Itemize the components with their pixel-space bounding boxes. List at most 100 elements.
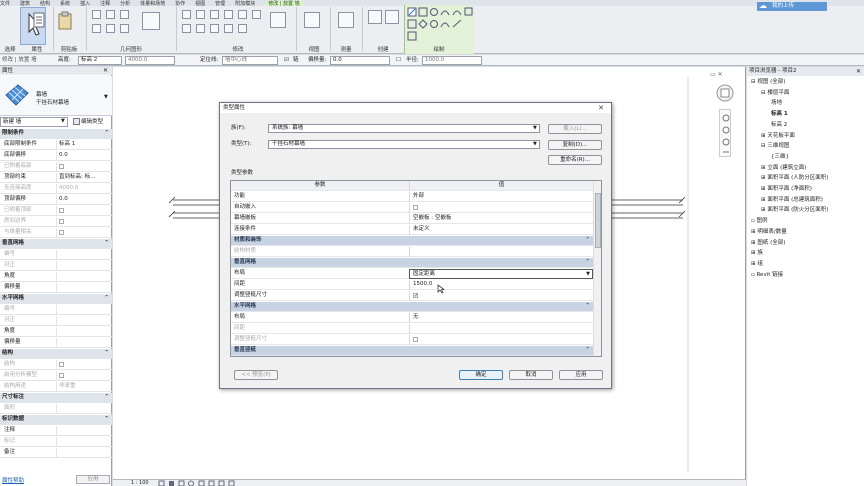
property-value[interactable]: 标高 1 bbox=[56, 140, 110, 149]
mirror-icon[interactable] bbox=[224, 10, 233, 19]
create-group-icon[interactable] bbox=[368, 10, 382, 24]
offset-icon[interactable] bbox=[252, 10, 261, 19]
collapse-icon[interactable]: ⌃ bbox=[585, 346, 590, 355]
browser-item[interactable]: ⊟ 楼层平面 bbox=[761, 89, 789, 97]
copy-icon[interactable] bbox=[196, 10, 205, 19]
collapse-icon[interactable]: ⌃ bbox=[104, 393, 109, 402]
chevron-down-icon[interactable]: ▼ bbox=[104, 94, 108, 100]
duplicate-button[interactable]: 复制(D)... bbox=[548, 140, 602, 150]
property-value[interactable]: 0.0 bbox=[56, 195, 110, 204]
browser-item[interactable]: ⊞ 面积平面 (人防分区面积) bbox=[761, 174, 828, 182]
ok-button[interactable]: 确定 bbox=[459, 370, 503, 380]
collapse-icon[interactable]: ⌃ bbox=[104, 294, 109, 303]
parameter-value[interactable] bbox=[409, 324, 593, 334]
ribbon-tab[interactable]: 体量和场地 bbox=[140, 1, 165, 6]
parameter-value[interactable] bbox=[409, 335, 593, 345]
browser-item[interactable]: ⊞ 面积平面 (净面积) bbox=[761, 185, 812, 193]
browser-item[interactable]: ⊞ 明细表/数量 bbox=[751, 228, 787, 236]
property-value[interactable]: 4000.0 bbox=[56, 184, 110, 193]
browser-item[interactable]: ▫ 图例 bbox=[751, 217, 768, 225]
preview-button[interactable]: << 预览(P) bbox=[234, 370, 278, 380]
grid-scroll-thumb[interactable] bbox=[595, 193, 601, 248]
ribbon-tab[interactable]: 结构 bbox=[40, 1, 50, 6]
checkbox-icon[interactable] bbox=[59, 208, 64, 213]
move-icon[interactable] bbox=[182, 10, 191, 19]
load-button[interactable]: 载入(L)... bbox=[548, 124, 602, 134]
parameter-value[interactable]: 外部 bbox=[409, 192, 593, 202]
property-group[interactable]: 限制条件 ⌃ bbox=[0, 129, 112, 139]
property-group[interactable]: 垂直网格 ⌃ bbox=[0, 239, 112, 249]
close-icon[interactable]: ✕ bbox=[856, 67, 861, 76]
property-value[interactable] bbox=[56, 283, 110, 292]
property-value[interactable] bbox=[56, 360, 110, 369]
parameter-group[interactable]: 垂直竖梃 ⌃ bbox=[231, 346, 593, 356]
checkbox-icon[interactable] bbox=[413, 205, 418, 210]
collapse-icon[interactable]: ⌃ bbox=[585, 258, 590, 267]
ribbon-tab[interactable]: 分析 bbox=[120, 1, 130, 6]
browser-item[interactable]: 标高 2 bbox=[771, 121, 787, 129]
scale-label[interactable]: 1 : 100 bbox=[131, 480, 149, 486]
trim-icon[interactable] bbox=[238, 10, 247, 19]
pin-icon[interactable] bbox=[210, 24, 219, 33]
property-value[interactable] bbox=[56, 250, 110, 259]
property-value[interactable] bbox=[56, 217, 110, 226]
ribbon-tab[interactable]: 建筑 bbox=[20, 1, 30, 6]
property-group[interactable]: 标识数据 ⌃ bbox=[0, 415, 112, 425]
chevron-down-icon[interactable]: ▼ bbox=[586, 270, 590, 278]
ribbon-tab[interactable]: 修改 | 放置 墙 bbox=[265, 1, 303, 6]
browser-item[interactable]: {三维} bbox=[771, 153, 789, 161]
property-value[interactable] bbox=[56, 316, 110, 325]
property-value[interactable] bbox=[56, 305, 110, 314]
property-value[interactable] bbox=[56, 426, 110, 435]
checkbox-icon[interactable] bbox=[59, 373, 64, 378]
property-value[interactable] bbox=[56, 261, 110, 270]
parameter-value[interactable]: 未定义 bbox=[409, 225, 593, 235]
type-select[interactable]: 干挂石材幕墙 ▼ bbox=[268, 140, 540, 149]
property-value[interactable] bbox=[56, 206, 110, 215]
unpin-icon[interactable] bbox=[238, 24, 247, 33]
property-value[interactable] bbox=[56, 404, 110, 413]
property-value[interactable] bbox=[56, 327, 110, 336]
delete-icon[interactable] bbox=[270, 12, 286, 28]
browser-item[interactable]: ⊞ 面积平面 (防火分区面积) bbox=[761, 206, 828, 214]
properties-help-link[interactable]: 属性帮助 bbox=[2, 476, 24, 484]
radius-input[interactable]: 1000.0 bbox=[422, 56, 482, 65]
close-icon[interactable]: ✕ bbox=[103, 67, 108, 75]
split-icon[interactable] bbox=[224, 24, 233, 33]
checkbox-icon[interactable] bbox=[59, 219, 64, 224]
browser-item[interactable]: ⊞ 天花板平面 bbox=[761, 132, 795, 140]
browser-item[interactable]: ⊟ 视图 (全部) bbox=[751, 78, 785, 86]
property-group[interactable]: 水平网格 ⌃ bbox=[0, 294, 112, 304]
parameter-group[interactable]: 材质和装饰 ⌃ bbox=[231, 236, 593, 246]
collapse-icon[interactable]: ⌃ bbox=[104, 129, 109, 138]
browser-item[interactable]: ⊟ 三维视图 bbox=[761, 142, 789, 150]
property-value[interactable]: 直到标高: 标... bbox=[56, 173, 110, 182]
edit-type-button[interactable]: 编辑类型 bbox=[72, 117, 112, 127]
checkbox-icon[interactable] bbox=[59, 164, 64, 169]
property-value[interactable]: 0.0 bbox=[56, 151, 110, 160]
ribbon-tab[interactable]: 注释 bbox=[100, 1, 110, 6]
properties-button[interactable] bbox=[32, 10, 46, 32]
rename-button[interactable]: 重命名(R)... bbox=[548, 155, 602, 165]
browser-item[interactable]: 标高 1 bbox=[771, 110, 788, 118]
demolish-icon[interactable] bbox=[120, 24, 129, 33]
parameter-value[interactable]: 空嵌板 : 空嵌板 bbox=[409, 214, 593, 224]
view-control-icons[interactable] bbox=[157, 480, 277, 486]
property-value[interactable] bbox=[56, 371, 110, 380]
radius-checkbox-icon[interactable]: ☐ bbox=[396, 56, 401, 65]
property-value[interactable] bbox=[56, 162, 110, 171]
chevron-down-icon[interactable]: ▼ bbox=[61, 118, 65, 124]
measure-icon[interactable] bbox=[338, 12, 354, 28]
browser-item[interactable]: ▫ Revit 链接 bbox=[751, 271, 783, 279]
array-icon[interactable] bbox=[182, 24, 191, 33]
ribbon-tab[interactable]: 管理 bbox=[215, 1, 225, 6]
grid-scrollbar[interactable] bbox=[593, 181, 601, 356]
split-face-icon[interactable] bbox=[92, 24, 101, 33]
dialog-close-button[interactable]: ✕ bbox=[594, 103, 608, 113]
collapse-icon[interactable]: ⌃ bbox=[585, 302, 590, 311]
parameter-value[interactable]: 无 bbox=[409, 313, 593, 323]
view-icon[interactable] bbox=[304, 12, 320, 28]
browser-item[interactable]: ⊞ 组 bbox=[751, 260, 763, 268]
collapse-icon[interactable]: ⌃ bbox=[104, 349, 109, 358]
parameter-value[interactable] bbox=[409, 203, 593, 213]
